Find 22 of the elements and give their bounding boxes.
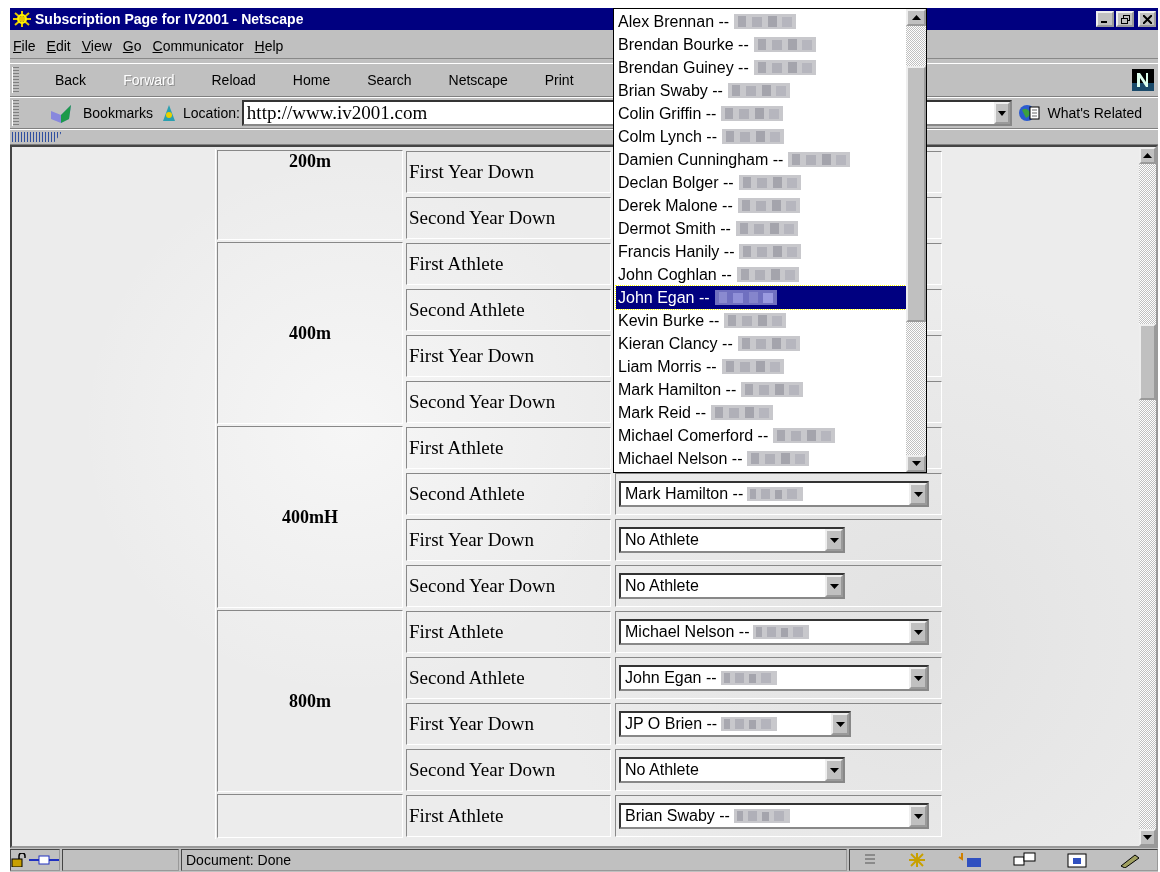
slot-cell: First Athlete [406,795,611,837]
slot-cell: Second Year Down [406,381,611,423]
slot-cell: First Athlete [406,611,611,653]
window-title: Subscription Page for IV2001 - Netscape [35,11,304,27]
slot-cell: Second Athlete [406,289,611,331]
event-cell: 800m [217,610,403,792]
slot-cell: First Year Down [406,151,611,193]
slot-cell: First Athlete [406,427,611,469]
slot-cell: Second Year Down [406,197,611,239]
slot-cell: Second Athlete [406,657,611,699]
status-text: Document: Done [181,849,847,871]
slot-cell: Second Athlete [406,473,611,515]
slot-cell: Second Year Down [406,749,611,791]
slot-cell: First Year Down [406,519,611,561]
location-label: Location: [183,105,240,121]
event-cell: 400mH [217,426,403,608]
slot-cell: First Athlete [406,243,611,285]
event-cell: 400m [217,242,403,424]
slot-cell: First Year Down [406,703,611,745]
slot-cell: First Year Down [406,335,611,377]
event-cell: 200m [217,150,403,240]
slot-cell: Second Year Down [406,565,611,607]
